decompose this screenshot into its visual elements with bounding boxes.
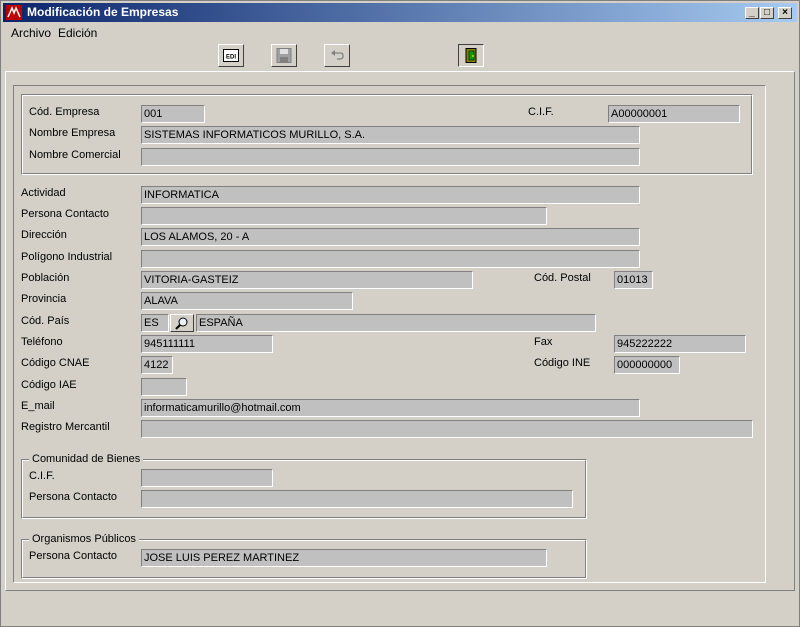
nombre-comercial-label: Nombre Comercial bbox=[29, 149, 121, 161]
comunidad-bienes-group bbox=[21, 459, 587, 519]
window-title: Modificación de Empresas bbox=[27, 5, 179, 19]
poblacion-field[interactable]: VITORIA-GASTEIZ bbox=[141, 271, 473, 289]
telefono-label: Teléfono bbox=[21, 336, 63, 348]
actividad-label: Actividad bbox=[21, 187, 66, 199]
ine-field[interactable]: 000000000 bbox=[614, 356, 680, 374]
main-window: Modificación de Empresas _ □ × Archivo E… bbox=[0, 0, 800, 627]
comunidad-bienes-legend: Comunidad de Bienes bbox=[29, 453, 144, 465]
poligono-label: Polígono Industrial bbox=[21, 251, 113, 263]
organismos-publicos-legend: Organismos Públicos bbox=[29, 533, 139, 545]
iae-label: Código IAE bbox=[21, 379, 77, 391]
comunidad-contacto-field[interactable] bbox=[141, 490, 573, 508]
magnifier-icon bbox=[175, 317, 188, 330]
fax-field[interactable]: 945222222 bbox=[614, 335, 746, 353]
nombre-empresa-field[interactable]: SISTEMAS INFORMATICOS MURILLO, S.A. bbox=[141, 126, 640, 144]
comunidad-contacto-label: Persona Contacto bbox=[29, 491, 118, 503]
minimize-button[interactable]: _ bbox=[745, 7, 759, 19]
maximize-icon: □ bbox=[763, 7, 771, 18]
floppy-disk-icon bbox=[276, 48, 292, 63]
svg-text:EDI: EDI bbox=[226, 55, 236, 61]
undo-button[interactable] bbox=[324, 44, 350, 67]
edit-button[interactable]: EDI bbox=[218, 44, 244, 67]
poligono-field[interactable] bbox=[141, 250, 640, 268]
edit-icon: EDI bbox=[223, 49, 239, 62]
maximize-button[interactable]: □ bbox=[760, 7, 774, 19]
exit-door-icon bbox=[465, 48, 477, 63]
menu-edicion[interactable]: Edición bbox=[58, 26, 97, 40]
minimize-icon: _ bbox=[749, 7, 755, 18]
cod-pais-field[interactable]: ES bbox=[141, 314, 169, 332]
provincia-label: Provincia bbox=[21, 293, 67, 305]
undo-icon bbox=[331, 50, 344, 60]
persona-contacto-label: Persona Contacto bbox=[21, 208, 110, 220]
menu-bar: Archivo Edición bbox=[3, 24, 797, 42]
menu-archivo[interactable]: Archivo bbox=[11, 26, 51, 40]
cnae-label: Código CNAE bbox=[21, 357, 90, 369]
cod-postal-field[interactable]: 01013 bbox=[614, 271, 653, 289]
telefono-field[interactable]: 945111111 bbox=[141, 335, 273, 353]
organismos-contacto-field[interactable]: JOSE LUIS PEREZ MARTINEZ bbox=[141, 549, 547, 567]
close-icon: × bbox=[782, 7, 788, 18]
poblacion-label: Población bbox=[21, 272, 70, 284]
app-logo-icon bbox=[6, 5, 22, 20]
title-bar[interactable]: Modificación de Empresas _ □ × bbox=[3, 3, 797, 22]
pais-lookup-button[interactable] bbox=[170, 314, 194, 332]
cod-empresa-field[interactable]: 001 bbox=[141, 105, 205, 123]
comunidad-cif-field[interactable] bbox=[141, 469, 273, 487]
pais-nombre-field[interactable]: ESPAÑA bbox=[196, 314, 596, 332]
cif-field[interactable]: A00000001 bbox=[608, 105, 740, 123]
close-button[interactable]: × bbox=[778, 7, 792, 19]
direccion-label: Dirección bbox=[21, 229, 67, 241]
fax-label: Fax bbox=[534, 336, 553, 348]
actividad-field[interactable]: INFORMATICA bbox=[141, 186, 640, 204]
registro-mercantil-field[interactable] bbox=[141, 420, 753, 438]
comunidad-cif-label: C.I.F. bbox=[29, 470, 55, 482]
exit-button[interactable] bbox=[458, 44, 484, 67]
provincia-field[interactable]: ALAVA bbox=[141, 292, 353, 310]
cod-empresa-label: Cód. Empresa bbox=[29, 106, 100, 118]
cod-pais-label: Cód. País bbox=[21, 315, 70, 327]
cnae-field[interactable]: 4122 bbox=[141, 356, 173, 374]
cif-label: C.I.F. bbox=[528, 106, 554, 118]
organismos-contacto-label: Persona Contacto bbox=[29, 550, 118, 562]
cod-postal-label: Cód. Postal bbox=[534, 272, 591, 284]
registro-mercantil-label: Registro Mercantil bbox=[21, 421, 110, 433]
nombre-comercial-field[interactable] bbox=[141, 148, 640, 166]
save-button[interactable] bbox=[271, 44, 297, 67]
persona-contacto-field[interactable] bbox=[141, 207, 547, 225]
iae-field[interactable] bbox=[141, 378, 187, 396]
direccion-field[interactable]: LOS ALAMOS, 20 - A bbox=[141, 228, 640, 246]
nombre-empresa-label: Nombre Empresa bbox=[29, 127, 116, 139]
email-label: E_mail bbox=[21, 400, 55, 412]
email-field[interactable]: informaticamurillo@hotmail.com bbox=[141, 399, 640, 417]
ine-label: Código INE bbox=[534, 357, 591, 369]
